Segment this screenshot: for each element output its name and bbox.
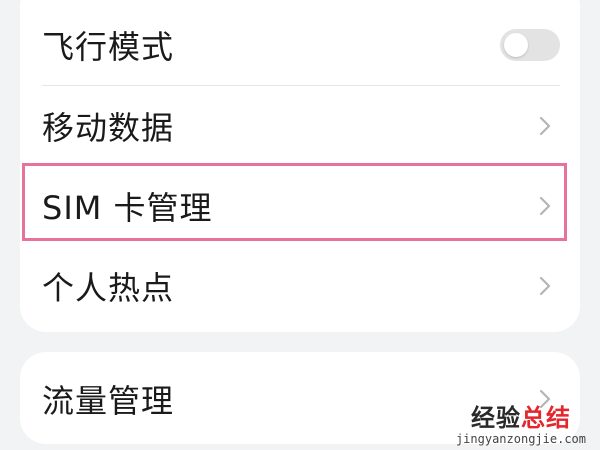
watermark: 经验总结 jingyanzongjie.com [456,404,586,446]
chevron-right-icon [539,196,551,216]
watermark-part2: 总结 [520,404,571,432]
toggle-knob [504,33,528,57]
airplane-mode-toggle[interactable] [500,29,560,61]
watermark-part1: 经验 [470,404,521,432]
sim-card-management-label: SIM 卡管理 [42,189,213,227]
watermark-logo: 经验总结 [456,404,586,432]
watermark-url: jingyanzongjie.com [455,432,586,446]
chevron-right-icon [539,276,551,296]
personal-hotspot-row[interactable]: 个人热点 [20,246,580,326]
sim-card-management-row[interactable]: SIM 卡管理 [20,166,580,246]
data-usage-management-label: 流量管理 [42,382,175,420]
personal-hotspot-label: 个人热点 [42,269,175,307]
mobile-data-row[interactable]: 移动数据 [20,86,580,166]
airplane-mode-label: 飞行模式 [42,28,175,66]
settings-card-network: 飞行模式 移动数据 SIM 卡管理 个人热点 [20,0,580,332]
airplane-mode-row[interactable]: 飞行模式 [20,5,580,85]
mobile-data-label: 移动数据 [42,109,175,147]
chevron-right-icon [539,116,551,136]
